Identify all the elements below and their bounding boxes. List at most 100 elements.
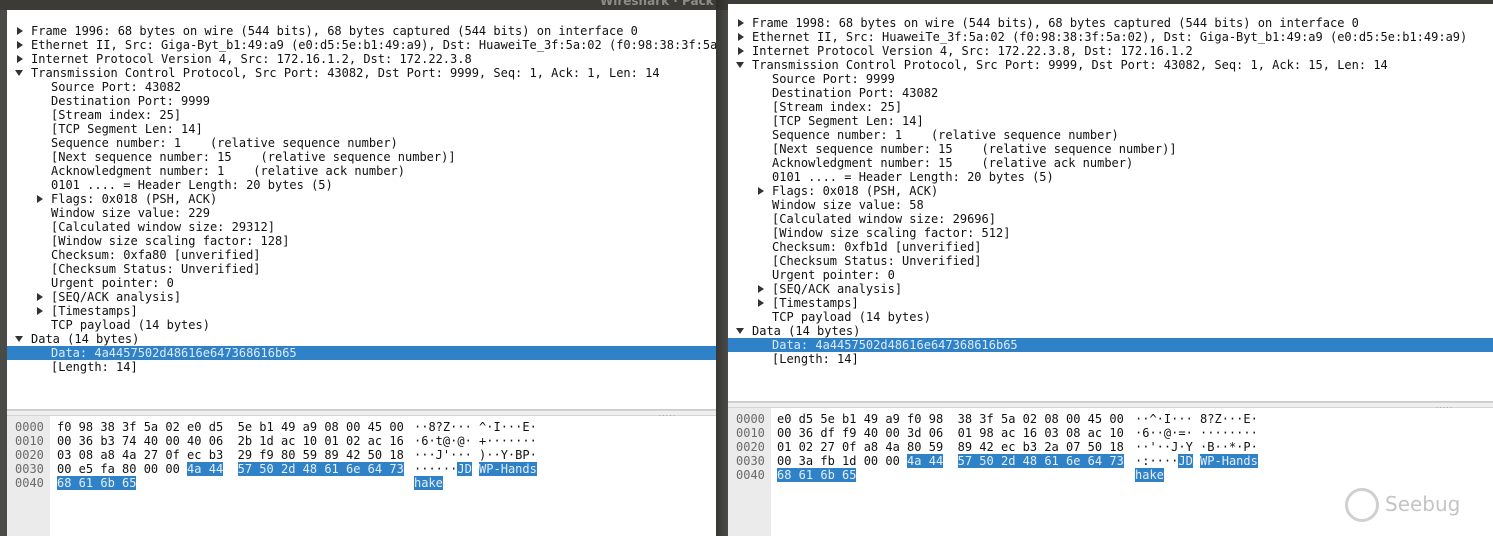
tree-row-label: Transmission Control Protocol, Src Port:… (752, 58, 1388, 72)
packet-bytes-pane[interactable]: 0000 f0 98 38 3f 5a 02 e0 d5 5e b1 49 a9 … (7, 416, 716, 536)
packet-details-tree[interactable]: Frame 1998: 68 bytes on wire (544 bits),… (728, 16, 1493, 402)
ascii-bytes[interactable]: ·6·t@·@· +······· (414, 434, 537, 448)
tree-row[interactable]: [Stream index: 25] (728, 100, 1493, 114)
tree-row[interactable]: Frame 1998: 68 bytes on wire (544 bits),… (728, 16, 1493, 30)
ascii-bytes[interactable]: ··^·I··· 8?Z···E· (1135, 412, 1258, 426)
hex-bytes[interactable]: 68 61 6b 65 (777, 468, 857, 482)
tree-row-selected[interactable]: Data: 4a4457502d48616e647368616b65 (7, 346, 716, 360)
tree-row[interactable]: Source Port: 43082 (7, 80, 716, 94)
tree-row[interactable]: TCP payload (14 bytes) (728, 310, 1493, 324)
collapse-arrow-icon[interactable] (15, 66, 25, 80)
tree-row[interactable]: Urgent pointer: 0 (7, 276, 716, 290)
tree-row[interactable]: Data (14 bytes) (728, 324, 1493, 338)
hex-bytes[interactable]: 03 08 a8 4a 27 0f ec b3 29 f9 80 59 89 4… (57, 448, 404, 462)
hex-bytes[interactable]: 00 36 b3 74 40 00 40 06 2b 1d ac 10 01 0… (57, 434, 404, 448)
tree-row[interactable]: Data (14 bytes) (7, 332, 716, 346)
tree-row[interactable]: Sequence number: 1 (relative sequence nu… (7, 136, 716, 150)
hex-group-2: 29 f9 80 59 89 42 50 18 (237, 448, 404, 462)
ascii-group-1: ·6·t@·@· (414, 434, 472, 448)
tree-row[interactable]: Checksum: 0xfa80 [unverified] (7, 248, 716, 262)
hex-group-2: 38 3f 5a 02 08 00 45 00 (957, 412, 1124, 426)
tree-row[interactable]: Transmission Control Protocol, Src Port:… (728, 58, 1493, 72)
tree-row[interactable]: [Stream index: 25] (7, 108, 716, 122)
tree-row[interactable]: [Checksum Status: Unverified] (728, 254, 1493, 268)
tree-row[interactable]: [Window size scaling factor: 128] (7, 234, 716, 248)
tree-row[interactable]: 0101 .... = Header Length: 20 bytes (5) (728, 170, 1493, 184)
hex-bytes[interactable]: 00 3a fb 1d 00 00 4a 44 57 50 2d 48 61 6… (777, 454, 1124, 468)
tree-row[interactable]: Frame 1996: 68 bytes on wire (544 bits),… (7, 24, 716, 38)
tree-row[interactable]: Destination Port: 43082 (728, 86, 1493, 100)
hex-line: 0010 00 36 df f9 40 00 3d 06 01 98 ac 16 … (728, 426, 1493, 440)
expand-arrow-icon[interactable] (35, 290, 45, 304)
hex-bytes[interactable]: 00 e5 fa 80 00 00 4a 44 57 50 2d 48 61 6… (57, 462, 404, 476)
ascii-bytes[interactable]: ···J'··· )··Y·BP· (414, 448, 537, 462)
expand-arrow-icon[interactable] (15, 24, 25, 38)
hex-bytes[interactable]: 68 61 6b 65 (57, 476, 137, 490)
tree-row[interactable]: Window size value: 229 (7, 206, 716, 220)
expand-arrow-icon[interactable] (35, 192, 45, 206)
expand-arrow-icon[interactable] (756, 296, 766, 310)
collapse-arrow-icon[interactable] (736, 324, 746, 338)
window-title: Wireshark · Pack (600, 0, 714, 8)
tree-row[interactable]: [Calculated window size: 29312] (7, 220, 716, 234)
tree-row[interactable]: Urgent pointer: 0 (728, 268, 1493, 282)
tree-row[interactable]: Flags: 0x018 (PSH, ACK) (728, 184, 1493, 198)
tree-row[interactable]: [TCP Segment Len: 14] (7, 122, 716, 136)
tree-row[interactable]: Acknowledgment number: 15 (relative ack … (728, 156, 1493, 170)
tree-row-label: Data (14 bytes) (752, 324, 861, 338)
tree-row-label: [Next sequence number: 15 (relative sequ… (51, 150, 456, 164)
tree-row[interactable]: [Next sequence number: 15 (relative sequ… (728, 142, 1493, 156)
ascii-bytes[interactable]: ··'··J·Y ·B··*·P· (1135, 440, 1258, 454)
expand-arrow-icon[interactable] (736, 44, 746, 58)
hex-bytes[interactable]: e0 d5 5e b1 49 a9 f0 98 38 3f 5a 02 08 0… (777, 412, 1124, 426)
tree-row[interactable]: Sequence number: 1 (relative sequence nu… (728, 128, 1493, 142)
tree-row[interactable]: [SEQ/ACK analysis] (7, 290, 716, 304)
tree-row[interactable]: Ethernet II, Src: HuaweiTe_3f:5a:02 (f0:… (728, 30, 1493, 44)
expand-arrow-icon[interactable] (736, 16, 746, 30)
tree-row[interactable]: [TCP Segment Len: 14] (728, 114, 1493, 128)
ascii-bytes[interactable]: ·:····JD WP-Hands (1135, 454, 1258, 468)
ascii-bytes[interactable]: hake (1135, 468, 1164, 482)
hex-bytes[interactable]: 00 36 df f9 40 00 3d 06 01 98 ac 16 03 0… (777, 426, 1124, 440)
packet-details-tree[interactable]: Frame 1996: 68 bytes on wire (544 bits),… (7, 24, 716, 410)
tree-row[interactable]: Checksum: 0xfb1d [unverified] (728, 240, 1493, 254)
expand-arrow-icon[interactable] (15, 38, 25, 52)
tree-row[interactable]: Transmission Control Protocol, Src Port:… (7, 66, 716, 80)
hex-bytes[interactable]: f0 98 38 3f 5a 02 e0 d5 5e b1 49 a9 08 0… (57, 420, 404, 434)
tree-row[interactable]: [Calculated window size: 29696] (728, 212, 1493, 226)
ascii-bytes[interactable]: ·6··@·=· ········ (1135, 426, 1258, 440)
expand-arrow-icon[interactable] (736, 30, 746, 44)
tree-row[interactable]: 0101 .... = Header Length: 20 bytes (5) (7, 178, 716, 192)
tree-row[interactable]: [Timestamps] (7, 304, 716, 318)
ascii-bytes[interactable]: hake (414, 476, 443, 490)
tree-row[interactable]: [Next sequence number: 15 (relative sequ… (7, 150, 716, 164)
expand-arrow-icon[interactable] (756, 282, 766, 296)
tree-row-selected[interactable]: Data: 4a4457502d48616e647368616b65 (728, 338, 1493, 352)
tree-row[interactable]: [SEQ/ACK analysis] (728, 282, 1493, 296)
collapse-arrow-icon[interactable] (15, 332, 25, 346)
tree-row[interactable]: Window size value: 58 (728, 198, 1493, 212)
expand-arrow-icon[interactable] (756, 184, 766, 198)
hex-group-1: f0 98 38 3f 5a 02 e0 d5 (57, 420, 224, 434)
tree-row[interactable]: [Length: 14] (7, 360, 716, 374)
expand-arrow-icon[interactable] (15, 52, 25, 66)
ascii-bytes[interactable]: ··8?Z··· ^·I···E· (414, 420, 537, 434)
tree-row[interactable]: Ethernet II, Src: Giga-Byt_b1:49:a9 (e0:… (7, 38, 716, 52)
tree-row[interactable]: [Checksum Status: Unverified] (7, 262, 716, 276)
tree-row[interactable]: Internet Protocol Version 4, Src: 172.22… (728, 44, 1493, 58)
tree-row[interactable]: Acknowledgment number: 1 (relative ack n… (7, 164, 716, 178)
tree-row[interactable]: Source Port: 9999 (728, 72, 1493, 86)
hex-bytes[interactable]: 01 02 27 0f a8 4a 80 59 89 42 ec b3 2a 0… (777, 440, 1124, 454)
hex-group-1: 01 02 27 0f a8 4a 80 59 (777, 440, 944, 454)
tree-row[interactable]: TCP payload (14 bytes) (7, 318, 716, 332)
tree-row[interactable]: [Timestamps] (728, 296, 1493, 310)
tree-row[interactable]: Internet Protocol Version 4, Src: 172.16… (7, 52, 716, 66)
collapse-arrow-icon[interactable] (736, 58, 746, 72)
tree-row[interactable]: Flags: 0x018 (PSH, ACK) (7, 192, 716, 206)
tree-row[interactable]: [Length: 14] (728, 352, 1493, 366)
ascii-bytes[interactable]: ······JD WP-Hands (414, 462, 537, 476)
tree-row[interactable]: [Window size scaling factor: 512] (728, 226, 1493, 240)
tree-row[interactable]: Destination Port: 9999 (7, 94, 716, 108)
expand-arrow-icon[interactable] (35, 304, 45, 318)
tree-row-label: [Calculated window size: 29696] (772, 212, 996, 226)
